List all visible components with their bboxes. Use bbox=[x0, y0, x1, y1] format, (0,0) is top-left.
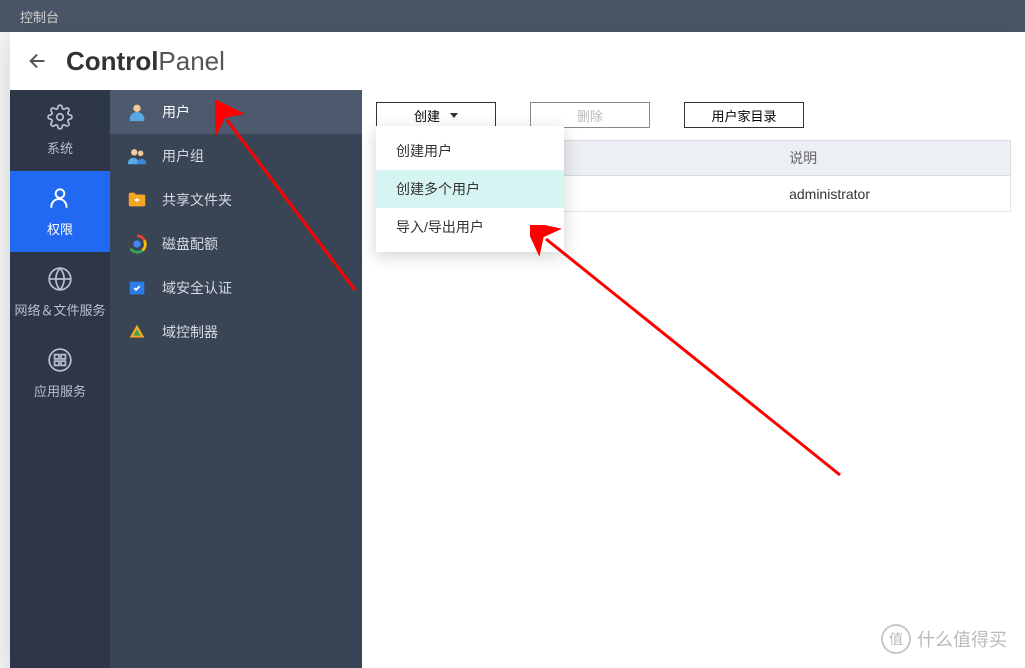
userhome-button[interactable]: 用户家目录 bbox=[684, 102, 804, 128]
control-panel-window: ControlPanel 系统 权限 网络＆文件服 bbox=[10, 32, 1025, 668]
person-icon bbox=[126, 101, 148, 123]
menu-label: 用户 bbox=[162, 102, 190, 122]
watermark-icon: 值 bbox=[881, 624, 911, 654]
controller-icon bbox=[126, 321, 148, 343]
menu-sidebar: 用户 用户组 共享文件夹 磁盘配额 bbox=[110, 90, 362, 668]
sidebar-label: 网络＆文件服务 bbox=[14, 300, 105, 319]
watermark: 值 什么值得买 bbox=[881, 624, 1007, 654]
user-icon bbox=[47, 185, 73, 211]
topbar-title: 控制台 bbox=[20, 7, 59, 26]
menu-item-usergroups[interactable]: 用户组 bbox=[110, 134, 362, 178]
sidebar-item-network[interactable]: 网络＆文件服务 bbox=[10, 252, 110, 333]
sidebar-label: 系统 bbox=[47, 138, 73, 157]
window-body: 系统 权限 网络＆文件服务 应用服务 bbox=[10, 90, 1025, 668]
watermark-text: 什么值得买 bbox=[917, 626, 1007, 652]
menu-item-domaincontroller[interactable]: 域控制器 bbox=[110, 310, 362, 354]
globe-icon bbox=[47, 266, 73, 292]
sidebar-item-system[interactable]: 系统 bbox=[10, 90, 110, 171]
sidebar-label: 应用服务 bbox=[34, 381, 86, 400]
window-title: ControlPanel bbox=[66, 46, 225, 77]
dropdown-create-multiple-users[interactable]: 创建多个用户 bbox=[376, 170, 564, 208]
menu-label: 域控制器 bbox=[162, 322, 218, 342]
quota-icon bbox=[126, 233, 148, 255]
cell-desc: administrator bbox=[777, 186, 1010, 202]
sidebar-item-permissions[interactable]: 权限 bbox=[10, 171, 110, 252]
group-icon bbox=[126, 145, 148, 167]
window-header: ControlPanel bbox=[10, 32, 1025, 90]
menu-label: 共享文件夹 bbox=[162, 190, 232, 210]
apps-icon bbox=[47, 347, 73, 373]
menu-label: 域安全认证 bbox=[162, 278, 232, 298]
menu-item-diskquota[interactable]: 磁盘配额 bbox=[110, 222, 362, 266]
create-dropdown: 创建用户 创建多个用户 导入/导出用户 bbox=[376, 126, 564, 252]
col-header-desc[interactable]: 说明 bbox=[777, 148, 1010, 168]
create-button[interactable]: 创建 bbox=[376, 102, 496, 128]
shield-icon bbox=[126, 277, 148, 299]
dropdown-import-export-users[interactable]: 导入/导出用户 bbox=[376, 208, 564, 246]
caret-down-icon bbox=[450, 113, 458, 118]
folder-icon bbox=[126, 189, 148, 211]
icon-sidebar: 系统 权限 网络＆文件服务 应用服务 bbox=[10, 90, 110, 668]
dropdown-create-user[interactable]: 创建用户 bbox=[376, 132, 564, 170]
gear-icon bbox=[47, 104, 73, 130]
menu-item-domainsecurity[interactable]: 域安全认证 bbox=[110, 266, 362, 310]
os-topbar: 控制台 bbox=[0, 0, 1025, 32]
menu-label: 磁盘配额 bbox=[162, 234, 218, 254]
menu-label: 用户组 bbox=[162, 146, 204, 166]
sidebar-label: 权限 bbox=[47, 219, 73, 238]
back-button[interactable] bbox=[24, 47, 52, 75]
menu-item-sharedfolders[interactable]: 共享文件夹 bbox=[110, 178, 362, 222]
delete-button[interactable]: 删除 bbox=[530, 102, 650, 128]
sidebar-item-appservices[interactable]: 应用服务 bbox=[10, 333, 110, 414]
main-content: 创建 删除 用户家目录 创建用户 创建多个用户 导入/导出用户 说明 bbox=[362, 90, 1025, 668]
menu-item-users[interactable]: 用户 bbox=[110, 90, 362, 134]
